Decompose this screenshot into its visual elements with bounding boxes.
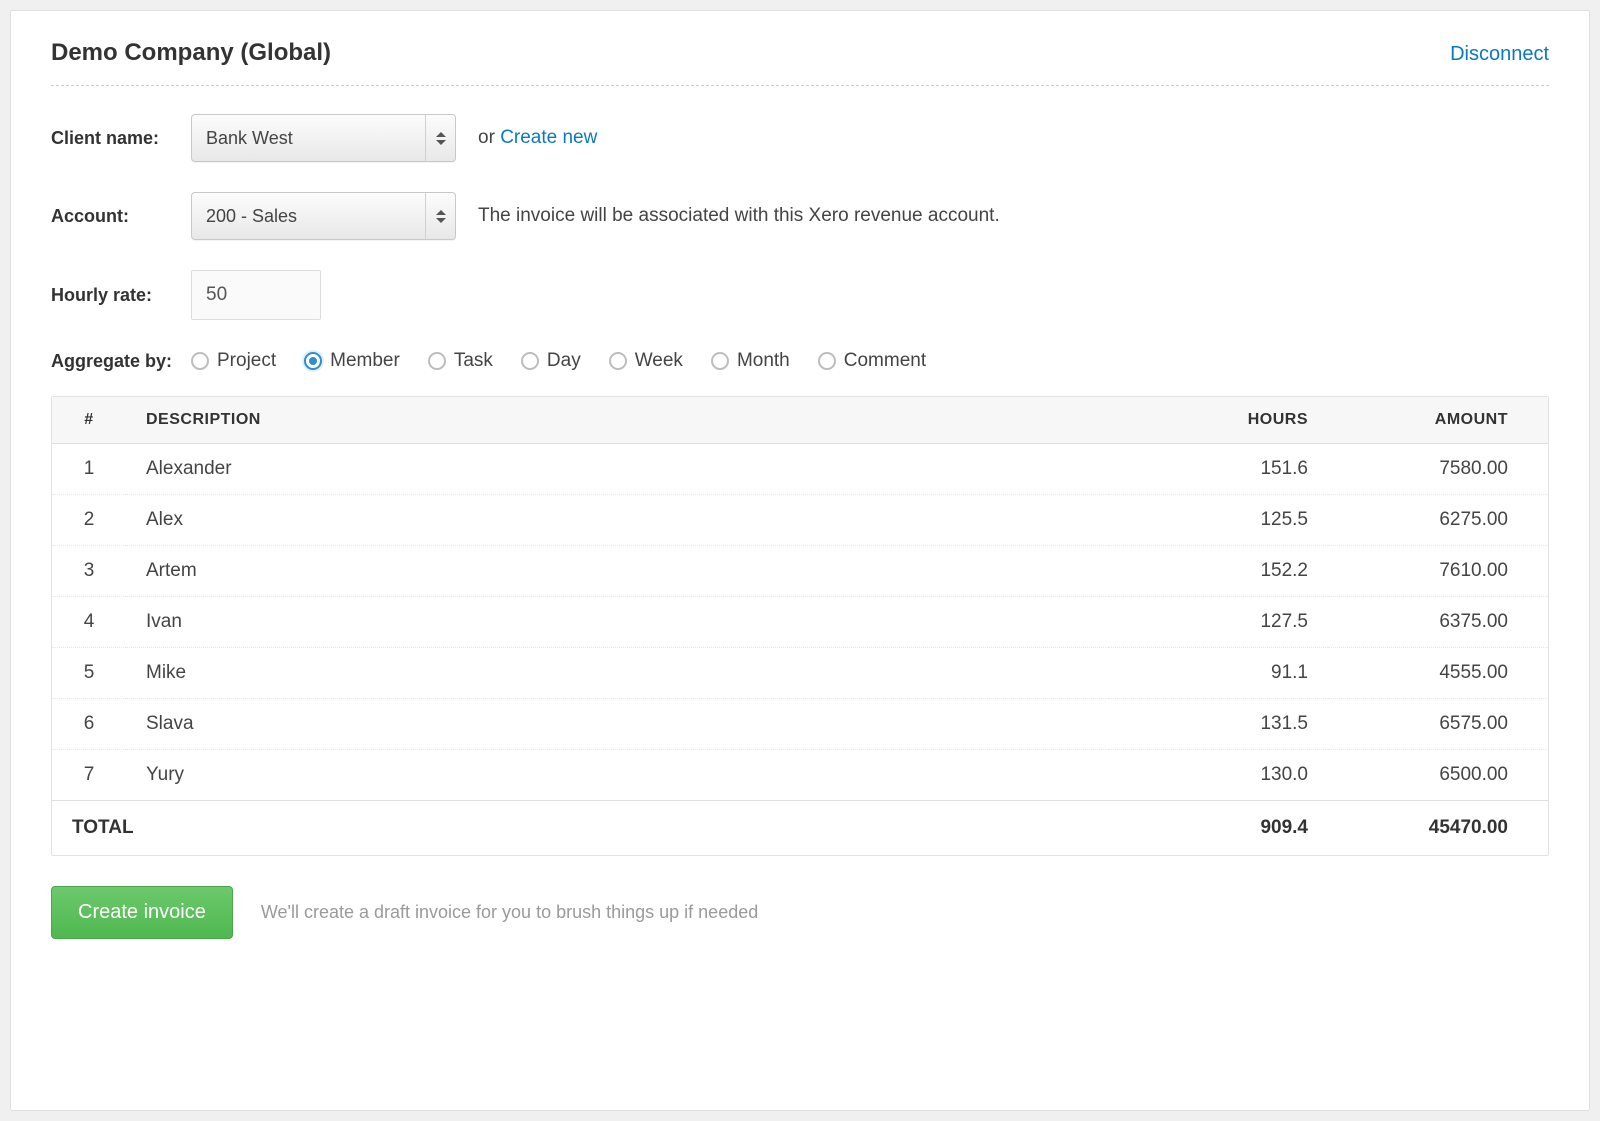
row-hours: 151.6 <box>1108 444 1328 495</box>
table-row: 2Alex125.56275.00 <box>52 495 1548 546</box>
row-amount: 6375.00 <box>1328 597 1548 648</box>
row-desc: Alex <box>126 495 1108 546</box>
table-row: 3Artem152.27610.00 <box>52 546 1548 597</box>
row-hours: 91.1 <box>1108 648 1328 699</box>
radio-icon <box>304 352 322 370</box>
footer-row: Create invoice We'll create a draft invo… <box>51 886 1549 939</box>
row-num: 7 <box>52 750 126 801</box>
radio-icon <box>191 352 209 370</box>
aggregate-radio-month[interactable]: Month <box>711 350 790 372</box>
row-num: 3 <box>52 546 126 597</box>
invoice-panel: Demo Company (Global) Disconnect Client … <box>10 10 1590 1111</box>
panel-header: Demo Company (Global) Disconnect <box>51 39 1549 86</box>
radio-label: Month <box>737 350 790 372</box>
aggregate-radio-member[interactable]: Member <box>304 350 400 372</box>
client-label: Client name: <box>51 128 191 149</box>
row-desc: Artem <box>126 546 1108 597</box>
row-num: 4 <box>52 597 126 648</box>
rate-row: Hourly rate: <box>51 270 1549 320</box>
row-hours: 131.5 <box>1108 699 1328 750</box>
aggregate-row: Aggregate by: Project Member Task Day Week Mo… <box>51 350 1549 372</box>
col-header-num: # <box>52 397 126 444</box>
chevron-updown-icon <box>425 193 455 239</box>
chevron-updown-icon <box>425 115 455 161</box>
invoice-table: # DESCRIPTION HOURS AMOUNT 1Alexander151… <box>51 396 1549 856</box>
radio-label: Week <box>635 350 683 372</box>
row-desc: Slava <box>126 699 1108 750</box>
aggregate-radio-task[interactable]: Task <box>428 350 493 372</box>
radio-icon <box>609 352 627 370</box>
row-amount: 6500.00 <box>1328 750 1548 801</box>
row-amount: 6275.00 <box>1328 495 1548 546</box>
col-header-hours: HOURS <box>1108 397 1328 444</box>
table-row: 5Mike91.14555.00 <box>52 648 1548 699</box>
table-row: 6Slava131.56575.00 <box>52 699 1548 750</box>
table-row: 4Ivan127.56375.00 <box>52 597 1548 648</box>
account-select[interactable]: 200 - Sales <box>191 192 456 240</box>
company-title: Demo Company (Global) <box>51 39 331 67</box>
rate-label: Hourly rate: <box>51 285 191 306</box>
total-hours: 909.4 <box>1108 801 1328 856</box>
row-num: 6 <box>52 699 126 750</box>
radio-icon <box>711 352 729 370</box>
table-row: 1Alexander151.67580.00 <box>52 444 1548 495</box>
footer-hint: We'll create a draft invoice for you to … <box>261 902 758 923</box>
radio-label: Task <box>454 350 493 372</box>
aggregate-label: Aggregate by: <box>51 351 191 372</box>
radio-icon <box>818 352 836 370</box>
col-header-desc: DESCRIPTION <box>126 397 1108 444</box>
disconnect-link[interactable]: Disconnect <box>1450 43 1549 66</box>
row-amount: 6575.00 <box>1328 699 1548 750</box>
row-desc: Alexander <box>126 444 1108 495</box>
row-num: 5 <box>52 648 126 699</box>
radio-label: Project <box>217 350 276 372</box>
total-amount: 45470.00 <box>1328 801 1548 856</box>
account-label: Account: <box>51 206 191 227</box>
table-row: 7Yury130.06500.00 <box>52 750 1548 801</box>
row-amount: 7610.00 <box>1328 546 1548 597</box>
radio-label: Member <box>330 350 400 372</box>
total-label: TOTAL <box>52 801 1108 856</box>
radio-icon <box>521 352 539 370</box>
client-or-text: or Create new <box>478 127 597 149</box>
aggregate-radio-comment[interactable]: Comment <box>818 350 926 372</box>
radio-label: Day <box>547 350 581 372</box>
account-hint: The invoice will be associated with this… <box>478 205 1000 227</box>
row-num: 2 <box>52 495 126 546</box>
row-desc: Yury <box>126 750 1108 801</box>
row-hours: 125.5 <box>1108 495 1328 546</box>
aggregate-radio-week[interactable]: Week <box>609 350 683 372</box>
col-header-amount: AMOUNT <box>1328 397 1548 444</box>
row-desc: Ivan <box>126 597 1108 648</box>
row-amount: 7580.00 <box>1328 444 1548 495</box>
row-desc: Mike <box>126 648 1108 699</box>
client-select[interactable]: Bank West <box>191 114 456 162</box>
radio-icon <box>428 352 446 370</box>
create-invoice-button[interactable]: Create invoice <box>51 886 233 939</box>
row-hours: 152.2 <box>1108 546 1328 597</box>
row-hours: 127.5 <box>1108 597 1328 648</box>
aggregate-radio-project[interactable]: Project <box>191 350 276 372</box>
account-row: Account: 200 - Sales The invoice will be… <box>51 192 1549 240</box>
row-hours: 130.0 <box>1108 750 1328 801</box>
row-amount: 4555.00 <box>1328 648 1548 699</box>
aggregate-radio-day[interactable]: Day <box>521 350 581 372</box>
create-new-client-link[interactable]: Create new <box>500 127 597 148</box>
client-select-value: Bank West <box>206 128 293 149</box>
radio-label: Comment <box>844 350 926 372</box>
account-select-value: 200 - Sales <box>206 206 297 227</box>
row-num: 1 <box>52 444 126 495</box>
client-row: Client name: Bank West or Create new <box>51 114 1549 162</box>
hourly-rate-input[interactable] <box>191 270 321 320</box>
